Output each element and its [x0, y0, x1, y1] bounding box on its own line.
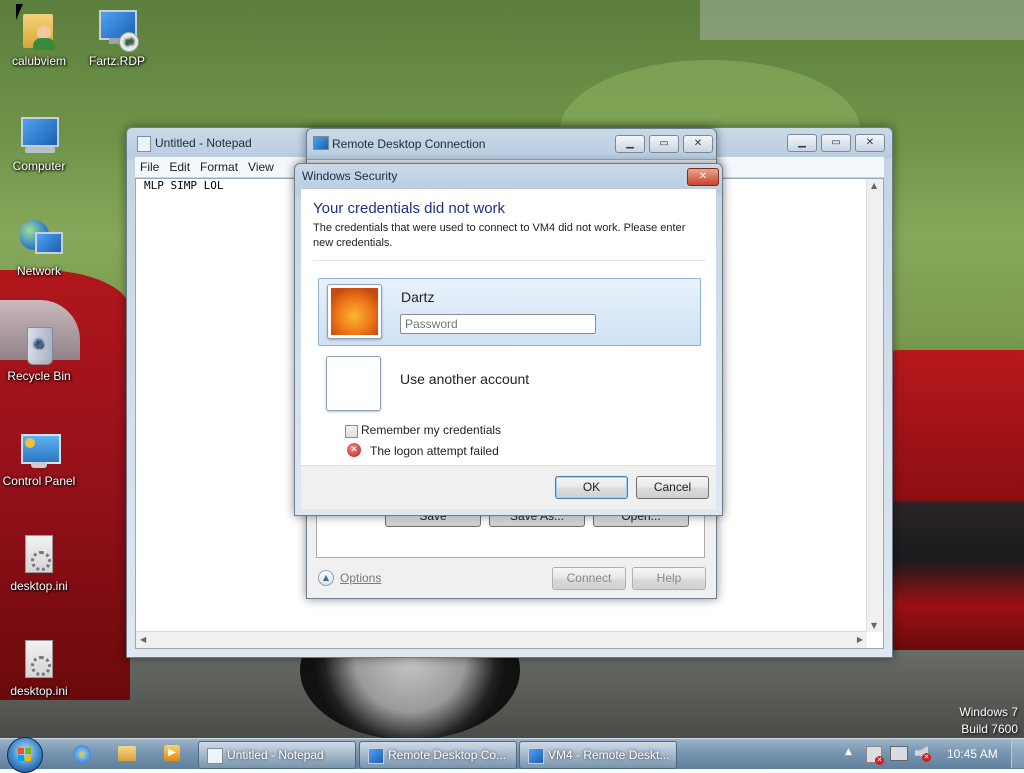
notepad-maximize-button[interactable]: ▭ [821, 134, 851, 152]
scroll-up-arrow-icon[interactable]: ▲ [871, 181, 877, 190]
taskbar-item-notepad[interactable]: Untitled - Notepad [198, 741, 356, 769]
user-folder-icon [17, 8, 61, 52]
credential-tile-dartz[interactable]: Dartz [318, 278, 701, 346]
remember-label[interactable]: Remember my credentials [361, 423, 501, 437]
computer-icon [17, 113, 61, 157]
security-heading: Your credentials did not work [313, 200, 506, 217]
show-hidden-icons-icon[interactable]: ▲ [845, 747, 852, 757]
scroll-left-arrow-icon[interactable]: ◀ [140, 635, 146, 644]
desktop-icon-label: Control Panel [2, 474, 76, 488]
rdp-options-link[interactable]: Options [340, 571, 381, 585]
taskbar-item-vm4[interactable]: VM4 - Remote Deskt... [519, 741, 677, 769]
windows-logo-icon [18, 748, 24, 754]
flower-picture-icon [331, 288, 378, 335]
notepad-content: MLP SIMP LOL [144, 179, 224, 192]
desktop-icon-label: Computer [12, 159, 66, 173]
security-title: Windows Security [302, 169, 398, 183]
recycle-bin-icon: ♻ [17, 323, 61, 367]
ini-file-icon [17, 638, 61, 682]
ok-button[interactable]: OK [555, 476, 628, 499]
cancel-button[interactable]: Cancel [636, 476, 709, 499]
control-panel-icon [17, 428, 61, 472]
rdp-file-icon: ⇄ [95, 8, 139, 52]
menu-file[interactable]: File [135, 157, 164, 177]
volume-muted-icon: ✕ [922, 753, 931, 762]
menu-format[interactable]: Format [195, 157, 243, 177]
security-footer: OK Cancel [301, 465, 716, 509]
desktop-icon-label: desktop.ini [10, 684, 68, 698]
rdp-settings-group: Save Save As... Open... [316, 510, 705, 558]
rdp-maximize-button[interactable]: ▭ [649, 135, 679, 153]
user-avatar [327, 284, 382, 339]
taskbar-item-label: VM4 - Remote Deskt... [548, 748, 670, 762]
security-titlebar[interactable]: Windows Security ✕ [295, 164, 722, 188]
desktop-icon-desktop-ini[interactable]: desktop.ini [0, 533, 79, 593]
error-text: The logon attempt failed [370, 444, 499, 458]
desktop-icon-fartz-rdp[interactable]: ⇄ Fartz.RDP [77, 8, 157, 68]
desktop-icon-control-panel[interactable]: Control Panel [0, 428, 79, 488]
notepad-minimize-button[interactable]: ▁ [787, 134, 817, 152]
other-account-label: Use another account [400, 371, 530, 387]
blank-avatar [326, 356, 381, 411]
taskbar-item-rdp[interactable]: Remote Desktop Co... [359, 741, 517, 769]
error-icon: ✕ [347, 443, 361, 457]
security-message: The credentials that were used to connec… [313, 222, 686, 249]
credential-user-name: Dartz [401, 289, 435, 305]
media-player-icon[interactable]: ▶ [164, 745, 180, 761]
rdp-title: Remote Desktop Connection [332, 137, 486, 151]
taskbar-item-label: Remote Desktop Co... [388, 748, 507, 762]
notepad-close-button[interactable]: ✕ [855, 134, 885, 152]
ini-file-icon [17, 533, 61, 577]
security-body: Your credentials did not work The creden… [301, 189, 716, 509]
taskbar: e ▶ Untitled - Notepad Remote Desktop Co… [0, 737, 1024, 773]
network-tray-icon[interactable] [890, 746, 908, 761]
rdp-minimize-button[interactable]: ▁ [615, 135, 645, 153]
show-desktop-button[interactable] [1011, 739, 1024, 768]
desktop-icon-computer[interactable]: Computer [0, 113, 79, 173]
desktop-icon-label: Network [16, 264, 61, 278]
menu-edit[interactable]: Edit [164, 157, 195, 177]
clock[interactable]: 10:45 AM [947, 747, 998, 761]
desktop-icon-calubviem[interactable]: calubviem [0, 8, 79, 68]
rdp-connect-button[interactable]: Connect [552, 567, 626, 590]
windows-explorer-icon[interactable] [118, 746, 136, 761]
remember-checkbox[interactable] [345, 425, 358, 438]
rdp-titlebar[interactable]: Remote Desktop Connection ▁ ▭ ✕ [307, 129, 716, 159]
rdp-title-icon [313, 136, 329, 150]
security-divider [313, 260, 706, 261]
desktop-icon-network[interactable]: Network [0, 218, 79, 278]
build-watermark: Windows 7 Build 7600 [959, 704, 1018, 738]
internet-explorer-icon[interactable]: e [73, 745, 91, 763]
wallpaper-rocks [700, 0, 1024, 40]
notepad-title: Untitled - Notepad [155, 136, 252, 150]
rdp-session-icon [528, 748, 544, 764]
password-input[interactable] [400, 314, 596, 334]
scroll-right-arrow-icon[interactable]: ▶ [857, 635, 863, 644]
desktop-icon-label: Recycle Bin [7, 369, 71, 383]
mouse-cursor-icon [16, 4, 23, 20]
rdp-icon [368, 748, 384, 764]
action-center-flag-icon[interactable]: ✕ [866, 746, 884, 765]
desktop-icon-label: desktop.ini [10, 579, 68, 593]
menu-view[interactable]: View [243, 157, 279, 177]
desktop-icon-label: Fartz.RDP [88, 54, 145, 68]
rdp-help-button[interactable]: Help [632, 567, 706, 590]
options-chevron-icon[interactable]: ▲ [318, 570, 334, 586]
network-icon [17, 218, 63, 262]
notepad-icon [137, 136, 151, 152]
desktop-icon-label: calubviem [11, 54, 67, 68]
watermark-line1: Windows 7 [959, 705, 1018, 719]
scroll-down-arrow-icon[interactable]: ▼ [871, 621, 877, 630]
windows-security-dialog: Windows Security ✕ Your credentials did … [294, 163, 723, 516]
security-close-button[interactable]: ✕ [687, 168, 719, 186]
desktop-icon-recycle-bin[interactable]: ♻ Recycle Bin [0, 323, 79, 383]
watermark-line2: Build 7600 [961, 722, 1018, 736]
rdp-close-button[interactable]: ✕ [683, 135, 713, 153]
desktop-icon-desktop-ini-2[interactable]: desktop.ini [0, 638, 79, 698]
credential-tile-other[interactable]: Use another account [318, 351, 699, 417]
notepad-horizontal-scrollbar[interactable]: ◀ ▶ [136, 631, 867, 648]
taskbar-item-label: Untitled - Notepad [227, 748, 324, 762]
notepad-vertical-scrollbar[interactable]: ▲ ▼ [866, 179, 883, 632]
notepad-icon [207, 748, 223, 764]
